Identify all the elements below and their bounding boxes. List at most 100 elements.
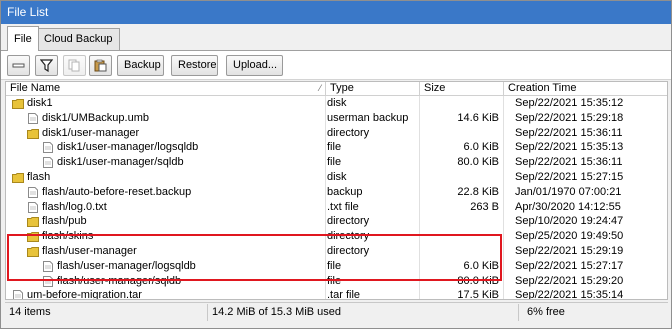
upload-button[interactable]: Upload...: [226, 55, 283, 76]
table-row[interactable]: disk1/user-manager/logsqldb file 6.0 KiB Se…: [6, 140, 667, 155]
cell-name: disk1: [6, 96, 325, 111]
toolbar: Backup Restore Upload...: [1, 51, 671, 80]
paste-button[interactable]: [89, 55, 112, 76]
file-name-label: flash: [27, 171, 51, 183]
folder-icon: [27, 247, 39, 257]
cell-creation-time: Sep/22/2021 15:36:11: [515, 126, 623, 139]
table-row[interactable]: disk1/user-manager/sqldb file 80.0 KiB Sep/…: [6, 155, 667, 170]
cell-name: flash/user-manager/logsqldb: [6, 259, 325, 274]
cell-creation-time: Sep/22/2021 15:29:18: [515, 111, 624, 124]
table-row[interactable]: flash/user-manager/sqldb file 80.0 KiB Sep/…: [6, 274, 667, 289]
table-row[interactable]: disk1/user-manager directory Sep/22/2021 1…: [6, 126, 667, 141]
cell-size: 6.0 KiB: [463, 259, 499, 272]
column-header-creation-time[interactable]: Creation Time: [504, 82, 667, 96]
file-icon: [28, 186, 38, 198]
cell-size: 17.5 KiB: [457, 289, 499, 300]
backup-button[interactable]: Backup: [117, 55, 164, 76]
cell-type: backup: [327, 185, 363, 198]
file-name-label: disk1/user-manager/sqldb: [57, 156, 184, 169]
cell-name: flash/user-manager/sqldb: [6, 274, 325, 289]
cell-name: flash/auto-before-reset.backup: [6, 185, 325, 200]
file-name-label: flash/log.0.txt: [42, 200, 107, 213]
cell-creation-time: Sep/10/2020 19:24:47: [515, 215, 624, 228]
restore-button[interactable]: Restore: [171, 55, 218, 76]
folder-icon: [12, 99, 24, 109]
file-icon: [28, 201, 38, 213]
cell-creation-time: Sep/22/2021 15:35:14: [515, 289, 624, 300]
cell-name: um-before-migration.tar: [6, 288, 325, 299]
column-header-name-label: File Name: [10, 82, 61, 94]
copy-button[interactable]: [63, 55, 86, 76]
cell-creation-time: Sep/22/2021 15:35:12: [515, 97, 624, 109]
file-name-label: flash/pub: [42, 215, 87, 228]
cell-size: [420, 126, 503, 141]
cell-name: disk1/UMBackup.umb: [6, 111, 325, 126]
cell-size: [420, 244, 503, 259]
table-row[interactable]: flash/user-manager directory Sep/22/2021 1…: [6, 244, 667, 259]
cell-type: .txt file: [327, 200, 359, 213]
file-icon: [43, 142, 53, 154]
file-name-label: flash/auto-before-reset.backup: [42, 185, 192, 198]
cell-size: 6.0 KiB: [463, 141, 499, 154]
remove-button[interactable]: [7, 55, 30, 76]
cell-type: file: [327, 259, 342, 272]
cell-creation-time: Sep/22/2021 15:27:17: [515, 259, 624, 272]
file-table: File Name ⁄ Type Size Creation Time disk…: [5, 81, 668, 300]
window-title: File List: [1, 1, 671, 24]
file-icon: [43, 260, 53, 272]
cell-name: disk1/user-manager/logsqldb: [6, 140, 325, 155]
cell-name: flash/pub: [6, 214, 325, 229]
column-header-type[interactable]: Type: [326, 82, 420, 96]
cell-type: file: [327, 274, 342, 287]
table-row[interactable]: flash/user-manager/logsqldb file 6.0 KiB Se…: [6, 259, 667, 274]
status-disk-usage: 14.2 MiB of 15.3 MiB used: [208, 304, 519, 321]
table-row[interactable]: disk1/UMBackup.umb userman backup 14.6 KiB…: [6, 111, 667, 126]
column-header-size[interactable]: Size: [420, 82, 504, 96]
cell-type: directory: [327, 215, 370, 228]
cell-name: disk1/user-manager: [6, 126, 325, 141]
table-row[interactable]: disk1 disk Sep/22/2021 15:35:12: [6, 96, 667, 111]
file-icon: [28, 112, 38, 124]
cell-creation-time: Sep/22/2021 15:35:13: [515, 141, 624, 154]
cell-type: .tar file: [327, 289, 361, 300]
file-name-label: disk1: [27, 97, 53, 109]
cell-type: file: [327, 141, 342, 154]
copy-icon: [68, 59, 80, 72]
cell-name: flash/skins: [6, 229, 325, 244]
table-row[interactable]: um-before-migration.tar .tar file 17.5 KiB…: [6, 288, 667, 300]
cell-name: disk1/user-manager/sqldb: [6, 155, 325, 170]
file-list-window: File List File Cloud Backup Backup Resto…: [0, 0, 672, 329]
cell-name: flash: [6, 170, 325, 185]
cell-creation-time: Sep/22/2021 15:27:15: [515, 171, 624, 183]
folder-icon: [12, 173, 24, 183]
file-name-label: disk1/user-manager/logsqldb: [57, 141, 199, 154]
table-row[interactable]: flash/pub directory Sep/10/2020 19:24:47: [6, 214, 667, 229]
cell-type: directory: [327, 230, 370, 243]
folder-icon: [27, 217, 39, 228]
cell-size: [420, 214, 503, 229]
cell-name: flash/user-manager: [6, 244, 325, 259]
cell-size: 263 B: [470, 200, 499, 213]
cell-type: disk: [327, 171, 347, 183]
column-header-name[interactable]: File Name ⁄: [6, 82, 326, 96]
file-icon: [43, 157, 53, 169]
table-row[interactable]: flash/skins directory Sep/25/2020 19:49:50: [6, 229, 667, 244]
cell-creation-time: Sep/22/2021 15:29:20: [515, 274, 624, 287]
cell-type: directory: [327, 126, 370, 139]
cell-creation-time: Jan/01/1970 07:00:21: [515, 185, 622, 198]
cell-type: userman backup: [327, 111, 409, 124]
tab-file[interactable]: File: [7, 26, 39, 51]
cell-type: file: [327, 156, 342, 169]
file-icon: [43, 275, 53, 287]
table-header: File Name ⁄ Type Size Creation Time: [6, 82, 667, 96]
table-row[interactable]: flash/log.0.txt .txt file 263 B Apr/30/2020…: [6, 200, 667, 215]
file-name-label: flash/user-manager/logsqldb: [57, 259, 196, 272]
file-name-label: flash/user-manager: [42, 245, 137, 257]
folder-icon: [27, 232, 39, 243]
table-row[interactable]: flash disk Sep/22/2021 15:27:15: [6, 170, 667, 185]
cell-creation-time: Sep/22/2021 15:36:11: [515, 156, 623, 169]
filter-button[interactable]: [35, 55, 58, 76]
tab-cloud-backup[interactable]: Cloud Backup: [37, 28, 120, 50]
file-name-label: flash/user-manager/sqldb: [57, 274, 182, 287]
table-row[interactable]: flash/auto-before-reset.backup backup 22.8…: [6, 185, 667, 200]
